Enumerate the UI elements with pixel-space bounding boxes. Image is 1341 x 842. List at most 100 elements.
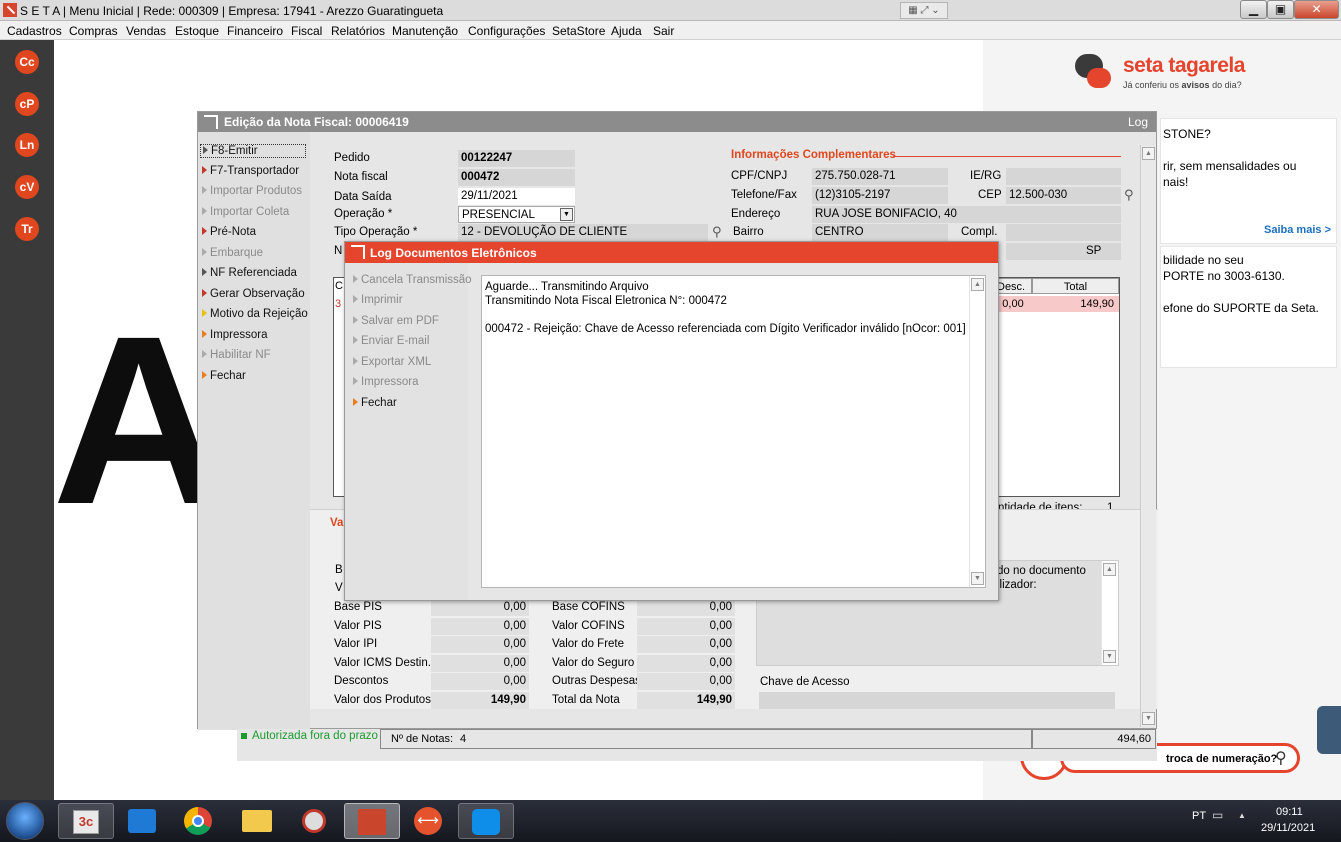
layout-switch-icon[interactable]: ▦ ⤢ ⌄ <box>900 2 948 19</box>
operacao-select[interactable]: PRESENCIAL ▼ <box>458 206 575 223</box>
card2-line3: efone do SUPORTE da Seta. <box>1163 301 1319 315</box>
menu-compras[interactable]: Compras <box>69 24 118 38</box>
seta-logo-icon <box>3 3 17 17</box>
taskbar-store[interactable] <box>115 803 171 839</box>
dock-cp-button[interactable]: cP <box>15 92 39 116</box>
chave-acesso-label: Chave de Acesso <box>760 676 850 688</box>
menu-sair[interactable]: Sair <box>653 24 674 38</box>
scroll-up-icon[interactable]: ▲ <box>1142 147 1155 160</box>
log-dialog-title: Log Documentos Eletrônicos <box>370 246 537 260</box>
menu-fechar[interactable]: Fechar <box>202 370 246 382</box>
menu-configuracoes[interactable]: Configurações <box>468 24 545 38</box>
obs-scrollbar[interactable]: ▲ ▼ <box>1101 561 1118 665</box>
log-menu-fechar[interactable]: Fechar <box>353 397 397 409</box>
taskbar-paint[interactable] <box>286 803 342 839</box>
search-icon[interactable]: ⚲ <box>1275 748 1287 768</box>
remote-arrows-icon: ⟷ <box>414 807 442 835</box>
taskbar-app-3c[interactable]: 3c <box>58 803 114 839</box>
cep-field: 12.500-030 <box>1006 187 1121 204</box>
menu-cadastros[interactable]: Cadastros <box>7 24 62 38</box>
tagline-bold: avisos <box>1181 80 1210 90</box>
keyboard-icon[interactable]: ▭ <box>1212 808 1223 822</box>
taskbar-explorer[interactable] <box>229 803 285 839</box>
log-scrollbar[interactable]: ▲ ▼ <box>969 276 985 587</box>
invoice-action-menu: F8-Emitir F7-Transportador Importar Prod… <box>198 132 310 730</box>
menu-nf-referenciada[interactable]: NF Referenciada <box>202 267 297 279</box>
card1-line3: nais! <box>1163 175 1189 189</box>
close-button[interactable]: ✕ <box>1294 0 1339 19</box>
log-menu-exportar-xml: Exportar XML <box>353 356 431 368</box>
data-saida-input[interactable]: 29/11/2021 <box>458 188 575 205</box>
teamviewer-side-icon[interactable] <box>1317 706 1341 754</box>
shortcut-dock: Cc cP Ln cV Tr <box>0 40 54 800</box>
menu-pre-nota[interactable]: Pré-Nota <box>202 226 256 238</box>
totals-value-left: 0,00 <box>431 617 529 635</box>
status-bar: Autorizada fora do prazo Nº de Notas: 4 … <box>237 729 1157 761</box>
log-link[interactable]: Log <box>1128 115 1148 129</box>
totals-label-right: Valor COFINS <box>552 619 625 632</box>
search-icon[interactable]: ⚲ <box>1124 187 1134 203</box>
dock-cc-button[interactable]: Cc <box>15 50 39 74</box>
menu-ajuda[interactable]: Ajuda <box>611 24 642 38</box>
taskbar-seta[interactable] <box>344 803 400 839</box>
taskbar-chrome[interactable] <box>171 803 227 839</box>
language-indicator[interactable]: PT <box>1192 810 1206 822</box>
menu-manutencao[interactable]: Manutenção <box>392 24 458 38</box>
grid-row-desc[interactable]: 0,00 <box>994 296 1032 312</box>
scroll-up-icon[interactable]: ▲ <box>1103 563 1116 576</box>
compl-field <box>1006 224 1121 241</box>
minimize-button[interactable]: ▁ <box>1240 0 1267 19</box>
menu-gerar-observacao[interactable]: Gerar Observação <box>202 288 305 300</box>
scroll-down-icon[interactable]: ▼ <box>971 572 984 585</box>
log-text-area[interactable]: Aguarde... Transmitindo Arquivo Transmit… <box>481 275 986 588</box>
menu-fiscal[interactable]: Fiscal <box>291 24 322 38</box>
search-icon[interactable]: ⚲ <box>712 224 722 240</box>
brand-tagline: Já conferiu os avisos do dia? <box>1123 80 1242 90</box>
teamviewer-icon <box>472 809 500 835</box>
scroll-down-icon[interactable]: ▼ <box>1103 650 1116 663</box>
tipo-operacao-field[interactable]: 12 - DEVOLUÇÃO DE CLIENTE <box>458 224 708 241</box>
menu-label: Embarque <box>210 247 264 259</box>
taskbar-teamviewer[interactable] <box>458 803 514 839</box>
menu-label: F8-Emitir <box>211 145 258 157</box>
dock-tr-button[interactable]: Tr <box>15 217 39 241</box>
scroll-up-icon[interactable]: ▲ <box>971 278 984 291</box>
menu-f8-emitir[interactable]: F8-Emitir <box>200 144 306 158</box>
arrow-icon <box>202 289 207 297</box>
base-label-v: V <box>335 582 343 594</box>
dock-ln-button[interactable]: Ln <box>15 133 39 157</box>
menu-relatorios[interactable]: Relatórios <box>331 24 385 38</box>
section-divider <box>893 156 1121 157</box>
tray-expand-icon[interactable]: ▲ <box>1238 811 1246 820</box>
menu-estoque[interactable]: Estoque <box>175 24 219 38</box>
clock-date[interactable]: 29/11/2021 <box>1261 822 1315 834</box>
arrow-icon <box>202 186 207 194</box>
menu-f7-transportador[interactable]: F7-Transportador <box>202 165 299 177</box>
saiba-mais-link[interactable]: Saiba mais > <box>1264 224 1331 236</box>
chave-acesso-field <box>759 692 1115 709</box>
arrow-icon <box>353 377 358 385</box>
nota-field: 000472 <box>458 169 575 186</box>
ie-label: IE/RG <box>970 170 1002 182</box>
taskbar-remote[interactable]: ⟷ <box>401 803 457 839</box>
clock-time[interactable]: 09:11 <box>1276 806 1303 818</box>
menu-motivo-rejeicao[interactable]: Motivo da Rejeição <box>202 308 308 320</box>
maximize-button[interactable]: ▣ <box>1267 0 1294 19</box>
scroll-down-icon[interactable]: ▼ <box>1142 712 1155 725</box>
chevron-down-icon[interactable]: ▼ <box>560 208 573 221</box>
totals-value-right: 0,00 <box>637 636 735 654</box>
menu-vendas[interactable]: Vendas <box>126 24 166 38</box>
arrow-icon <box>202 227 207 235</box>
grid-row-total[interactable]: 149,90 <box>1032 296 1119 312</box>
totals-label-left: Valor dos Produtos <box>334 694 431 706</box>
grid-row-first[interactable]: 3 <box>335 298 341 310</box>
menu-financeiro[interactable]: Financeiro <box>227 24 283 38</box>
start-button[interactable] <box>6 802 44 840</box>
window-title-bar: S E T A | Menu Inicial | Rede: 000309 | … <box>0 0 1341 21</box>
totals-value-right: 0,00 <box>637 673 735 691</box>
menu-setastore[interactable]: SetaStore <box>552 24 605 38</box>
dock-cv-button[interactable]: cV <box>15 175 39 199</box>
main-scrollbar[interactable]: ▲ ▼ <box>1140 145 1156 727</box>
menu-impressora[interactable]: Impressora <box>202 329 268 341</box>
